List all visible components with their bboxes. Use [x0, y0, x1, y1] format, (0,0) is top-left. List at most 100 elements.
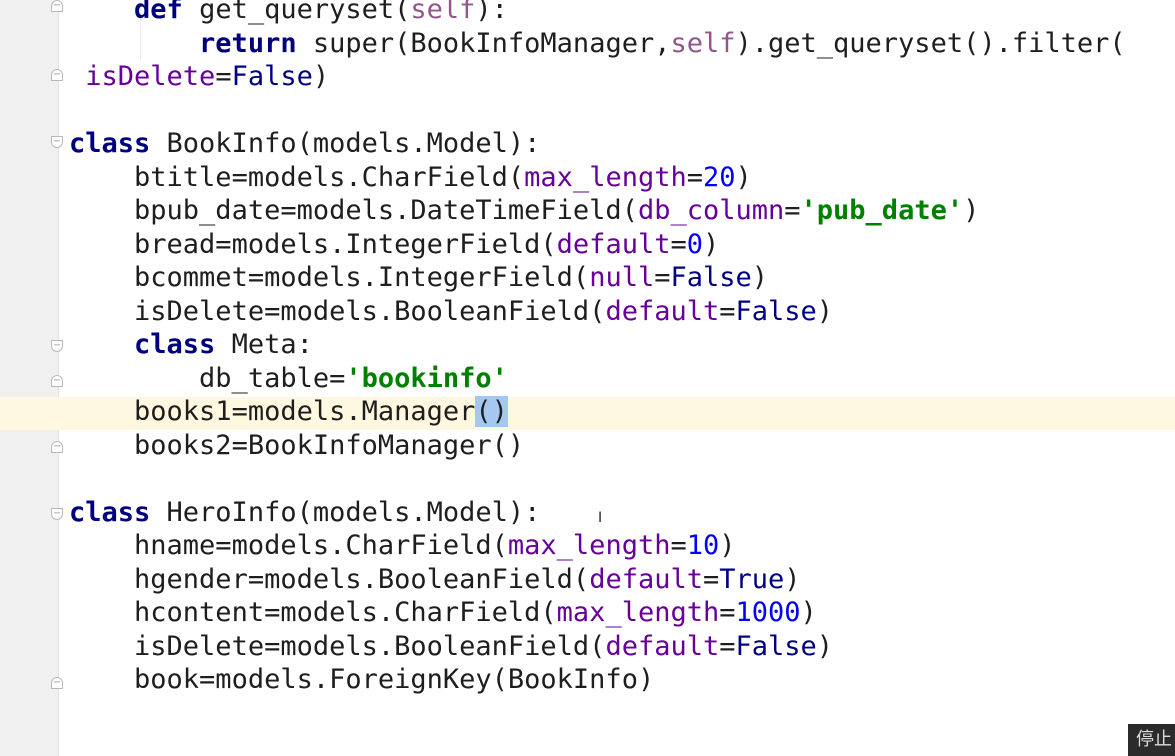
code-token: books2=BookInfoManager() — [134, 429, 525, 461]
code-token: default — [605, 295, 720, 327]
code-token: = — [686, 161, 703, 193]
code-token: max_length — [556, 597, 720, 628]
code-editor[interactable]: − − − − − − − − def get_queryset(self): … — [0, 0, 1175, 756]
code-token: hgender=models.BooleanField( — [134, 563, 590, 595]
code-token: ) — [800, 597, 817, 628]
code-token: books1=models.Manager — [134, 396, 476, 427]
code-token: default — [589, 563, 703, 595]
code-token: ) — [816, 295, 834, 327]
code-token: btitle=models.CharField( — [134, 161, 525, 193]
code-token: = — [784, 195, 801, 226]
code-token: = — [215, 61, 232, 92]
code-token: return — [199, 27, 297, 59]
code-token: get_queryset( — [182, 0, 411, 25]
code-line[interactable]: books2=BookInfoManager() — [69, 429, 524, 462]
code-token: db_table= — [199, 362, 346, 394]
code-token: bcommet=models.IntegerField( — [134, 262, 590, 293]
code-line[interactable]: bread=models.IntegerField(default=0) — [69, 228, 719, 261]
code-line[interactable]: hgender=models.BooleanField(default=True… — [69, 563, 801, 596]
code-line[interactable]: def get_queryset(self): — [69, 0, 508, 26]
code-token: self — [410, 0, 476, 25]
code-token: isDelete — [85, 61, 216, 92]
code-line[interactable]: btitle=models.CharField(max_length=20) — [69, 161, 752, 194]
code-token: ): — [475, 0, 508, 25]
code-token: ).get_queryset().filter( — [735, 27, 1126, 59]
code-token: ) — [963, 195, 980, 226]
code-token: ) — [816, 630, 834, 662]
code-line[interactable]: class BookInfo(models.Model): — [69, 127, 540, 160]
code-token: BookInfo(models.Model): — [150, 128, 541, 159]
code-token: = — [670, 530, 687, 561]
code-token: = — [670, 228, 687, 260]
code-token: False — [670, 262, 752, 293]
overlay-badge[interactable]: 停止 — [1128, 724, 1175, 756]
code-token: hcontent=models.CharField( — [134, 597, 557, 628]
text-cursor-icon: I — [598, 510, 603, 526]
code-token: ) — [719, 530, 736, 561]
code-line[interactable]: hname=models.CharField(max_length=10) — [69, 529, 736, 562]
code-line-current[interactable]: books1=models.Manager() — [69, 395, 508, 428]
code-line[interactable]: return super(BookInfoManager,self).get_q… — [69, 27, 1126, 60]
code-token: 'bookinfo' — [345, 362, 508, 394]
code-token: 1000 — [735, 597, 801, 628]
code-token: = — [719, 295, 736, 327]
code-line[interactable]: hcontent=models.CharField(max_length=100… — [69, 596, 817, 629]
code-token: False — [231, 61, 313, 92]
code-token: max_length — [507, 530, 671, 561]
code-token: super(BookInfoManager, — [296, 27, 671, 59]
code-area[interactable]: def get_queryset(self): return super(Boo… — [0, 0, 1175, 756]
code-token: 'pub_date' — [800, 195, 964, 226]
code-token: = — [654, 262, 671, 293]
code-line[interactable]: isDelete=models.BooleanField(default=Fal… — [69, 295, 833, 328]
code-token: HeroInfo(models.Model): — [150, 496, 541, 528]
code-token: book=models.ForeignKey(BookInfo) — [134, 664, 655, 695]
code-token: hname=models.CharField( — [134, 530, 508, 561]
code-token: class — [69, 128, 151, 159]
code-token: ) — [312, 61, 330, 92]
code-line[interactable]: bcommet=models.IntegerField(null=False) — [69, 261, 768, 294]
code-token: class — [134, 329, 216, 360]
code-token: = — [719, 597, 736, 628]
code-token: self — [670, 27, 736, 59]
code-token: ) — [751, 262, 769, 293]
code-line[interactable]: book=models.ForeignKey(BookInfo) — [69, 663, 654, 696]
code-token: ) — [703, 228, 720, 260]
code-token: ) — [735, 161, 752, 193]
code-token: False — [735, 295, 817, 327]
code-token: 0 — [686, 228, 703, 260]
code-token: True — [719, 563, 785, 595]
code-token: max_length — [524, 161, 687, 193]
code-token: ) — [784, 563, 801, 595]
code-token: () — [475, 396, 508, 427]
code-token: def — [134, 0, 183, 25]
code-token: bread=models.IntegerField( — [134, 228, 557, 260]
code-line[interactable]: isDelete=models.BooleanField(default=Fal… — [69, 630, 833, 663]
code-line[interactable]: class HeroInfo(models.Model): — [69, 496, 540, 529]
code-line[interactable]: isDelete=False) — [69, 60, 329, 93]
code-token: isDelete=models.BooleanField( — [134, 630, 606, 662]
code-token: False — [735, 630, 817, 662]
code-line[interactable]: bpub_date=models.DateTimeField(db_column… — [69, 194, 979, 227]
code-token: class — [69, 496, 151, 528]
code-line[interactable]: db_table='bookinfo' — [69, 362, 508, 395]
code-line[interactable]: class Meta: — [69, 328, 313, 361]
code-token: isDelete=models.BooleanField( — [134, 295, 606, 327]
code-token: default — [556, 228, 671, 260]
code-token: db_column — [637, 195, 785, 226]
code-token: 20 — [703, 161, 736, 193]
code-token: default — [605, 630, 720, 662]
